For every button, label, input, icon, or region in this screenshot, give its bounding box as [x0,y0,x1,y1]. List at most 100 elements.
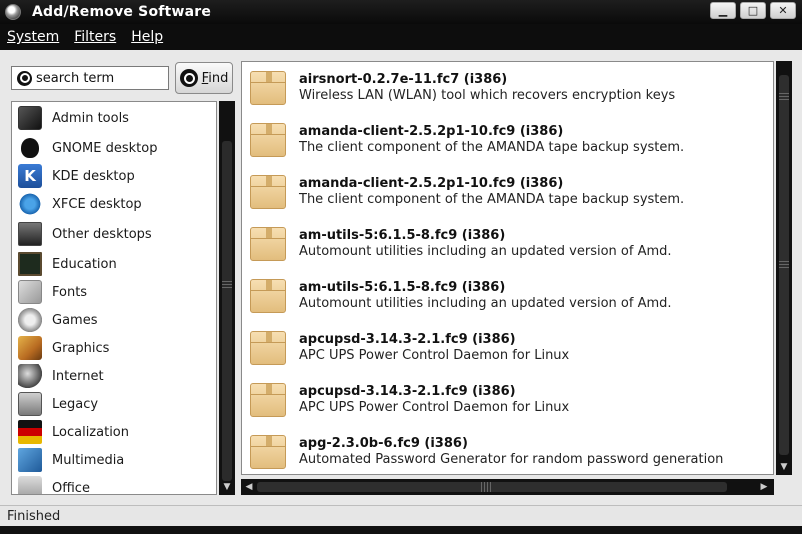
find-button[interactable]: Find [175,62,233,94]
category-games[interactable]: Games [12,306,216,334]
category-scrollbar[interactable]: ▼ [219,101,235,495]
category-label: Internet [52,368,104,384]
package-list: airsnort-0.2.7e-11.fc7 (i386) Wireless LA… [241,61,774,475]
scroll-down-arrow-icon[interactable]: ▼ [219,481,235,493]
find-button-label: Find [201,70,229,86]
fonts-icon [18,280,42,304]
category-education[interactable]: Education [12,250,216,278]
category-kde-desktop[interactable]: K KDE desktop [12,162,216,190]
category-label: Other desktops [52,226,152,242]
scroll-grip [222,281,232,289]
package-row[interactable]: amanda-client-2.5.2p1-10.fc9 (i386) The c… [242,166,773,218]
category-label: Localization [52,424,129,440]
package-description: APC UPS Power Control Daemon for Linux [299,400,570,415]
minimize-button[interactable]: ▁ [710,2,736,19]
search-box[interactable] [11,66,169,90]
window-title: Add/Remove Software [32,4,212,20]
kde-icon: K [18,164,42,188]
category-xfce-desktop[interactable]: XFCE desktop [12,190,216,218]
category-label: Legacy [52,396,99,412]
package-name: am-utils-5:6.1.5-8.fc9 (i386) [299,280,506,295]
package-name: amanda-client-2.5.2p1-10.fc9 (i386) [299,124,564,139]
legacy-icon [18,392,42,416]
package-box-icon [250,279,286,313]
flag-icon [18,420,42,444]
category-label: GNOME desktop [52,140,158,156]
package-box-icon [250,175,286,209]
scroll-down-arrow-icon[interactable]: ▼ [776,461,792,473]
gnome-foot-icon [18,136,42,160]
office-icon [18,476,42,494]
package-description: Automount utilities including an updated… [299,296,672,311]
package-row[interactable]: apcupsd-3.14.3-2.1.fc9 (i386) APC UPS Pow… [242,322,773,374]
status-text: Finished [7,508,61,524]
package-box-icon [250,435,286,469]
menu-bar: System Filters Help [0,24,802,50]
globe-icon [18,364,42,388]
scroll-grip [779,261,789,269]
category-graphics[interactable]: Graphics [12,334,216,362]
window-controls: ▁ □ ✕ [710,2,796,19]
package-horizontal-scrollbar[interactable]: ◀ ▶ [241,479,774,495]
category-label: Graphics [52,340,110,356]
scroll-grip [779,93,789,101]
package-row[interactable]: apg-2.3.0b-6.fc9 (i386) Automated Passwor… [242,426,773,474]
category-scrollbar-thumb[interactable] [222,141,232,481]
package-vertical-scrollbar[interactable]: ▼ [776,61,792,475]
category-legacy[interactable]: Legacy [12,390,216,418]
category-multimedia[interactable]: Multimedia [12,446,216,474]
scroll-grip [481,482,493,492]
close-button[interactable]: ✕ [770,2,796,19]
other-desktops-icon [18,222,42,246]
window-menu-icon[interactable] [5,4,21,20]
category-localization[interactable]: Localization [12,418,216,446]
package-box-icon [250,71,286,105]
package-box-icon [250,123,286,157]
category-label: Multimedia [52,452,125,468]
category-label: Office [52,480,90,495]
main-area: Find Admin tools GNOME desktop K KDE desk… [0,50,802,505]
category-gnome-desktop[interactable]: GNOME desktop [12,134,216,162]
menu-help-label: Help [131,29,164,45]
gamepad-icon [18,308,42,332]
menu-system-label: System [7,29,60,45]
category-office[interactable]: Office [12,474,216,495]
menu-system[interactable]: System [6,27,60,47]
package-row[interactable]: am-utils-5:6.1.5-8.fc9 (i386) Automount u… [242,270,773,322]
category-label: Education [52,256,117,272]
menu-filters[interactable]: Filters [73,27,117,47]
package-row[interactable]: airsnort-0.2.7e-11.fc7 (i386) Wireless LA… [242,62,773,114]
category-label: KDE desktop [52,168,135,184]
search-input[interactable] [36,70,166,86]
scroll-left-arrow-icon[interactable]: ◀ [242,479,256,495]
menu-help[interactable]: Help [130,27,164,47]
menu-filters-label: Filters [74,29,117,45]
package-name: am-utils-5:6.1.5-8.fc9 (i386) [299,228,506,243]
xfce-mouse-icon [18,192,42,216]
window-bottom-border [0,526,802,534]
category-internet[interactable]: Internet [12,362,216,390]
category-label: XFCE desktop [52,196,142,212]
maximize-button[interactable]: □ [740,2,766,19]
package-name: apcupsd-3.14.3-2.1.fc9 (i386) [299,332,516,347]
package-description: APC UPS Power Control Daemon for Linux [299,348,570,363]
chalkboard-icon [18,252,42,276]
title-bar: Add/Remove Software ▁ □ ✕ [0,0,802,24]
package-name: apcupsd-3.14.3-2.1.fc9 (i386) [299,384,516,399]
package-name: airsnort-0.2.7e-11.fc7 (i386) [299,72,508,87]
clapperboard-icon [18,448,42,472]
category-admin-tools[interactable]: Admin tools [12,102,216,134]
package-name: amanda-client-2.5.2p1-10.fc9 (i386) [299,176,564,191]
category-label: Games [52,312,98,328]
category-label: Fonts [52,284,88,300]
package-row[interactable]: am-utils-5:6.1.5-8.fc9 (i386) Automount u… [242,218,773,270]
category-fonts[interactable]: Fonts [12,278,216,306]
package-row[interactable]: apcupsd-3.14.3-2.1.fc9 (i386) APC UPS Pow… [242,374,773,426]
scroll-right-arrow-icon[interactable]: ▶ [757,479,771,495]
category-other-desktops[interactable]: Other desktops [12,218,216,250]
package-row[interactable]: amanda-client-2.5.2p1-10.fc9 (i386) The c… [242,114,773,166]
magnifier-icon [179,69,198,87]
package-box-icon [250,227,286,261]
package-description: Automount utilities including an updated… [299,244,672,259]
package-description: Automated Password Generator for random … [299,452,724,467]
